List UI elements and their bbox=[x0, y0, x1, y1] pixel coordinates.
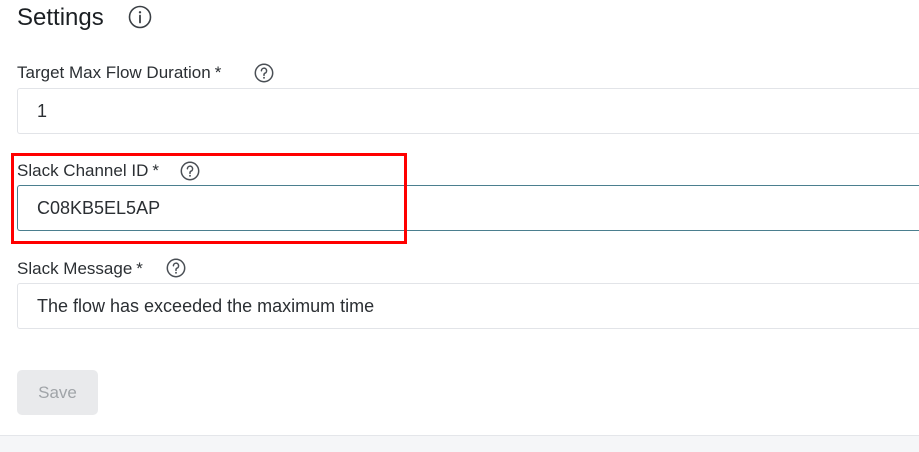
message-input[interactable] bbox=[17, 283, 919, 329]
required-marker: * bbox=[152, 161, 159, 180]
help-icon[interactable] bbox=[254, 63, 274, 83]
info-icon[interactable] bbox=[128, 5, 152, 29]
required-marker: * bbox=[136, 259, 143, 278]
max-duration-input[interactable] bbox=[17, 88, 919, 134]
channel-id-label-text: Slack Channel ID bbox=[17, 161, 149, 180]
max-duration-label: Target Max Flow Duration * bbox=[17, 62, 221, 84]
message-label-text: Slack Message bbox=[17, 259, 133, 278]
footer-bar bbox=[0, 435, 919, 452]
channel-id-label: Slack Channel ID * bbox=[17, 160, 159, 182]
page-title: Settings bbox=[17, 4, 104, 31]
required-marker: * bbox=[214, 63, 222, 82]
help-icon[interactable] bbox=[166, 258, 186, 278]
max-duration-label-text: Target Max Flow Duration bbox=[17, 63, 211, 82]
channel-id-input[interactable] bbox=[17, 185, 919, 231]
save-button[interactable]: Save bbox=[17, 370, 98, 415]
help-icon[interactable] bbox=[180, 161, 200, 181]
message-label: Slack Message * bbox=[17, 258, 143, 280]
